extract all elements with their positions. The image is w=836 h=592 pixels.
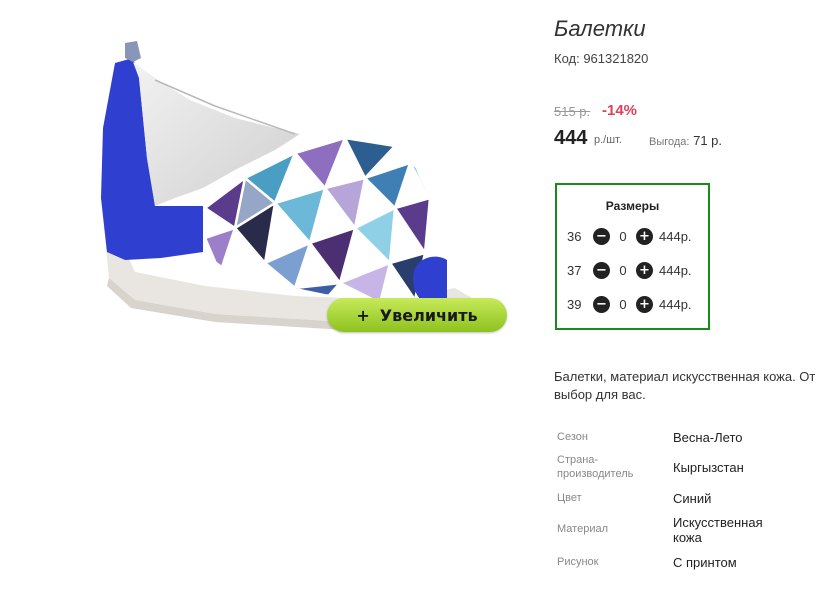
size-row: 36 − 0 + 444р. <box>567 227 692 245</box>
product-code: Код: 961321820 <box>554 51 649 66</box>
product-title: Балетки <box>554 16 646 41</box>
size-price: 444р. <box>659 228 692 244</box>
plus-icon[interactable]: + <box>636 295 653 313</box>
spec-label: Материал <box>557 523 608 535</box>
minus-icon[interactable]: − <box>593 295 610 313</box>
size-value: 36 <box>567 228 582 244</box>
discount-badge: -14% <box>602 102 638 119</box>
spec-label: производитель <box>557 468 634 480</box>
description-line: Балетки, материал искусственная кожа. От <box>554 369 816 384</box>
minus-icon[interactable]: − <box>593 227 610 245</box>
plus-icon[interactable]: + <box>636 261 653 279</box>
size-price: 444р. <box>659 262 692 278</box>
spec-value: Искусственная <box>673 515 763 530</box>
size-price: 444р. <box>659 296 692 312</box>
spec-value: кожа <box>673 530 702 545</box>
size-row: 39 − 0 + 444р. <box>567 295 692 313</box>
size-row: 37 − 0 + 444р. <box>567 261 692 279</box>
zoom-button-label: Увеличить <box>379 305 478 325</box>
spec-label: Цвет <box>557 492 582 504</box>
description-line: выбор для вас. <box>554 387 646 402</box>
plus-icon[interactable]: + <box>636 227 653 245</box>
spec-label: Рисунок <box>557 556 599 568</box>
spec-value: Синий <box>673 491 712 506</box>
sizes-title: Размеры <box>605 199 660 213</box>
price-unit: р./шт. <box>594 134 622 146</box>
size-value: 39 <box>567 296 582 312</box>
spec-value: С принтом <box>673 555 737 570</box>
old-price: 515 р. <box>554 104 591 119</box>
quantity-value: 0 <box>619 228 627 244</box>
sizes-box: Размеры 36 − 0 + 444р. 37 − 0 + 444р. 39… <box>555 183 710 330</box>
saving-value: 71 р. <box>693 133 723 148</box>
quantity-value: 0 <box>619 262 627 278</box>
zoom-button[interactable]: + Увеличить <box>327 298 507 332</box>
product-description: Балетки, материал искусственная кожа. От… <box>554 368 836 404</box>
spec-value: Весна-Лето <box>673 430 743 445</box>
spec-label: Сезон <box>557 431 588 443</box>
quantity-value: 0 <box>619 296 627 312</box>
minus-icon[interactable]: − <box>593 261 610 279</box>
size-value: 37 <box>567 262 582 278</box>
spec-value: Кыргызстан <box>673 460 744 475</box>
plus-icon: + <box>356 305 370 325</box>
price: 444 <box>554 127 588 149</box>
spec-label: Страна- <box>557 454 599 466</box>
saving-label: Выгода: <box>649 136 690 148</box>
saving: Выгода: 71 р. <box>649 133 722 148</box>
